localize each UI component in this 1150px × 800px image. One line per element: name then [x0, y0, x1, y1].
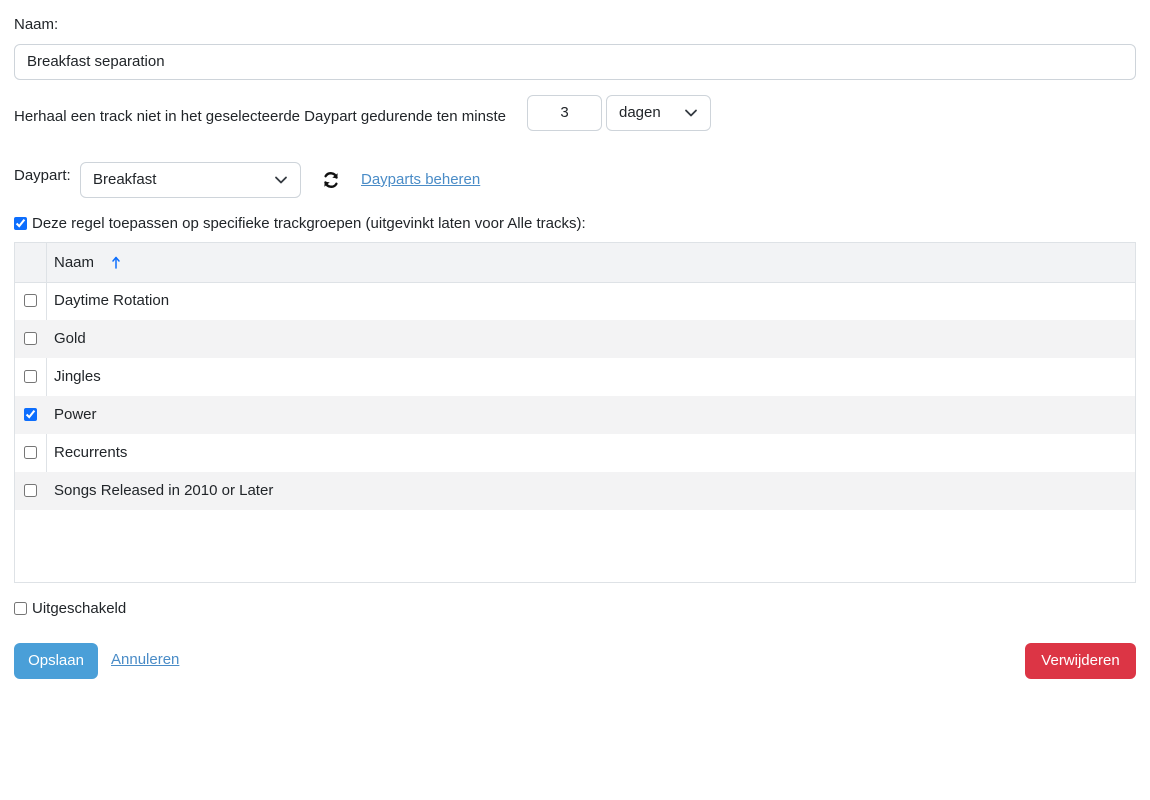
disabled-checkbox[interactable]	[14, 602, 27, 615]
apply-specific-groups-checkbox[interactable]	[14, 217, 27, 230]
table-row[interactable]: Jingles	[15, 358, 1135, 396]
rule-edit-form: Naam: Breakfast separation Herhaal een t…	[0, 0, 1150, 800]
name-label: Naam:	[14, 16, 59, 33]
manage-dayparts-link[interactable]: Dayparts beheren	[361, 170, 480, 190]
table-row[interactable]: Songs Released in 2010 or Later	[15, 472, 1135, 510]
refresh-icon[interactable]	[321, 170, 341, 190]
daypart-select-value: Breakfast	[93, 171, 157, 188]
delete-button[interactable]: Verwijderen	[1025, 643, 1136, 679]
table-row[interactable]: Daytime Rotation	[15, 282, 1135, 320]
cancel-link[interactable]: Annuleren	[111, 650, 179, 670]
name-input[interactable]: Breakfast separation	[14, 44, 1136, 80]
row-checkbox[interactable]	[24, 294, 37, 307]
apply-specific-groups-label: Deze regel toepassen op specifieke track…	[32, 215, 586, 232]
row-checkbox[interactable]	[24, 484, 37, 497]
row-label: Gold	[54, 330, 86, 347]
track-groups-table: Naam Daytime Rotation Gold Jingles Power…	[14, 242, 1136, 583]
table-header: Naam	[15, 243, 1135, 283]
row-label: Daytime Rotation	[54, 292, 170, 309]
unit-select-value: dagen	[619, 104, 661, 121]
row-checkbox[interactable]	[24, 332, 37, 345]
row-label: Jingles	[54, 368, 101, 385]
row-checkbox[interactable]	[24, 408, 37, 421]
daypart-select[interactable]: Breakfast	[80, 162, 301, 198]
table-row[interactable]: Gold	[15, 320, 1135, 358]
repeat-label: Herhaal een track niet in het geselectee…	[14, 108, 506, 125]
row-label: Songs Released in 2010 or Later	[54, 482, 274, 499]
table-row[interactable]: Recurrents	[15, 434, 1135, 472]
repeat-days-input[interactable]: 3	[527, 95, 602, 131]
column-header-naam[interactable]: Naam	[54, 243, 94, 282]
disabled-label: Uitgeschakeld	[32, 600, 127, 617]
row-label: Power	[54, 406, 97, 423]
chevron-down-icon	[275, 176, 287, 184]
chevron-down-icon	[685, 109, 697, 117]
save-button[interactable]: Opslaan	[14, 643, 98, 679]
table-row[interactable]: Power	[15, 396, 1135, 434]
unit-select[interactable]: dagen	[606, 95, 711, 131]
daypart-label: Daypart:	[14, 167, 71, 184]
row-checkbox[interactable]	[24, 446, 37, 459]
row-label: Recurrents	[54, 444, 128, 461]
arrow-up-icon	[112, 256, 120, 269]
row-checkbox[interactable]	[24, 370, 37, 383]
